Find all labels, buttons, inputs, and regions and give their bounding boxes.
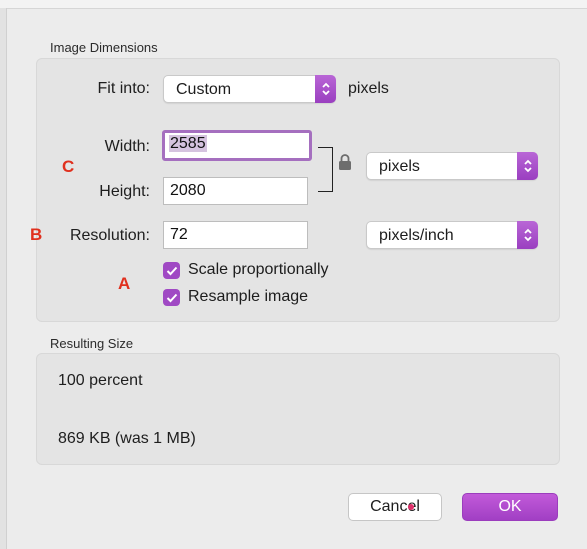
checkmark-icon — [166, 293, 177, 302]
size-unit-value: pixels — [379, 158, 420, 175]
resample-image-label[interactable]: Resample image — [188, 288, 308, 306]
resulting-size-group — [36, 353, 560, 465]
fit-into-unit: pixels — [348, 80, 389, 97]
height-value: 2080 — [170, 182, 206, 199]
resample-image-checkbox[interactable] — [163, 289, 180, 306]
height-field[interactable]: 2080 — [163, 177, 308, 205]
annotation-b: B — [30, 225, 43, 244]
lock-icon[interactable] — [338, 153, 352, 176]
resulting-file-size: 869 KB (was 1 MB) — [58, 430, 196, 447]
resolution-unit-value: pixels/inch — [379, 227, 454, 244]
up-down-chevron-icon — [517, 221, 538, 249]
fit-into-value: Custom — [176, 81, 232, 98]
window-top-edge — [0, 0, 587, 9]
annotation-c: C — [62, 157, 75, 176]
resolution-field[interactable]: 72 — [163, 221, 308, 249]
scale-proportionally-checkbox[interactable] — [163, 262, 180, 279]
resolution-value: 72 — [170, 226, 188, 243]
resulting-size-title: Resulting Size — [50, 336, 134, 351]
up-down-chevron-icon — [517, 152, 538, 180]
ok-button[interactable]: OK — [462, 493, 558, 521]
width-value: 2585 — [169, 135, 207, 152]
annotation-a: A — [118, 274, 131, 293]
up-down-chevron-icon — [315, 75, 336, 103]
resolution-unit-popup[interactable]: pixels/inch — [366, 221, 538, 249]
image-dimensions-title: Image Dimensions — [50, 40, 158, 55]
fit-into-popup[interactable]: Custom — [163, 75, 336, 103]
scale-proportionally-label[interactable]: Scale proportionally — [188, 261, 329, 279]
window-left-edge — [0, 8, 7, 549]
resulting-percent: 100 percent — [58, 372, 143, 389]
width-label: Width: — [104, 138, 150, 155]
constrain-bracket — [318, 147, 333, 192]
cancel-button[interactable]: Cancel — [348, 493, 442, 521]
checkmark-icon — [166, 266, 177, 275]
pointer-cursor — [408, 504, 414, 510]
fit-into-label: Fit into: — [97, 80, 150, 97]
resolution-label: Resolution: — [69, 227, 150, 244]
size-unit-popup[interactable]: pixels — [366, 152, 538, 180]
height-label: Height: — [99, 183, 150, 200]
width-field[interactable]: 2585 — [162, 130, 312, 161]
